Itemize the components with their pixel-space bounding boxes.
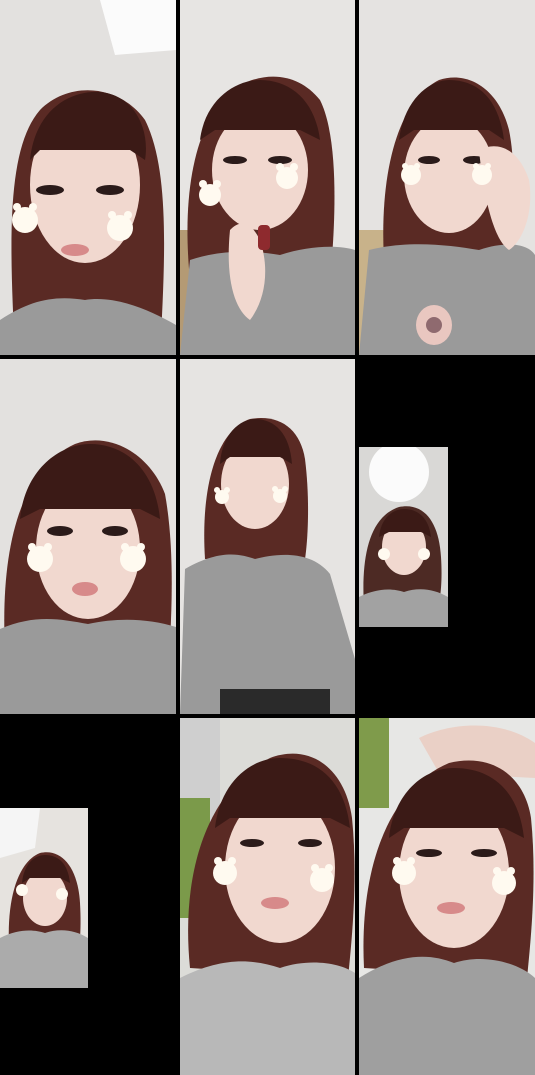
- bear-sticker-icon: [27, 543, 53, 572]
- bear-sticker-icon: [418, 548, 430, 560]
- photo-cell-1: [0, 0, 176, 355]
- bear-sticker-icon: [392, 857, 416, 885]
- photo-cell-6: [359, 359, 535, 714]
- bear-sticker-icon: [492, 867, 516, 895]
- portrait-photo-9: [359, 718, 535, 1075]
- portrait-photo-8: [180, 718, 355, 1075]
- photo-cell-7: [0, 718, 176, 1075]
- photo-cell-8: [180, 718, 355, 1075]
- photo-cell-3: [359, 0, 535, 355]
- bear-sticker-icon: [120, 543, 146, 572]
- portrait-photo-4: [0, 359, 176, 714]
- bear-sticker-icon: [310, 864, 334, 892]
- bear-sticker-icon: [472, 163, 492, 185]
- letterboxed-photo-7: [0, 808, 88, 988]
- portrait-photo-1: [0, 0, 176, 355]
- photo-cell-9: [359, 718, 535, 1075]
- bear-sticker-icon: [213, 857, 237, 885]
- photo-cell-4: [0, 359, 176, 714]
- bear-sticker-icon: [12, 203, 38, 233]
- photo-cell-2: [180, 0, 355, 355]
- portrait-photo-2: [180, 0, 355, 355]
- bear-sticker-icon: [56, 888, 68, 900]
- bear-sticker-icon: [107, 211, 133, 241]
- portrait-photo-3: [359, 0, 535, 355]
- letterboxed-photo-6: [359, 447, 448, 627]
- photo-collage-grid: [0, 0, 535, 1075]
- portrait-photo-5: [180, 359, 355, 714]
- bear-sticker-icon: [401, 163, 421, 185]
- bear-sticker-icon: [378, 548, 390, 560]
- photo-cell-5: [180, 359, 355, 714]
- bear-sticker-icon: [16, 884, 28, 896]
